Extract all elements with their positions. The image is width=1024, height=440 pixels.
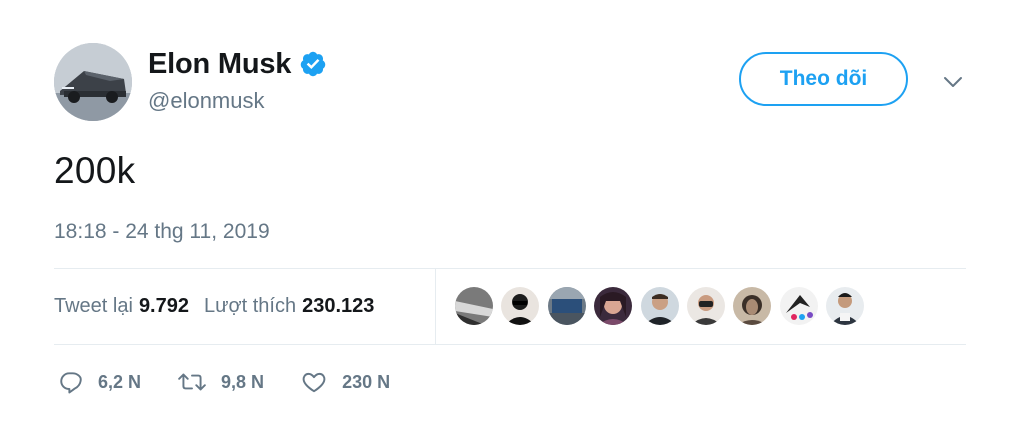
like-count: 230 N (342, 371, 391, 392)
heart-icon (302, 372, 326, 393)
tweet-card: Elon Musk @elonmusk Theo dõi 200k 18:18 … (0, 0, 1024, 440)
author-avatar[interactable] (54, 43, 132, 121)
divider (54, 344, 966, 345)
liker-avatar[interactable] (455, 287, 493, 325)
retweets-stat[interactable]: Tweet lại 9.792 (54, 295, 189, 318)
author-display-name[interactable]: Elon Musk (148, 48, 291, 81)
author-handle[interactable]: @elonmusk (148, 88, 265, 114)
liker-avatar[interactable] (779, 287, 818, 325)
retweet-icon (178, 373, 206, 391)
reply-count: 6,2 N (98, 371, 142, 392)
retweets-value: 9.792 (138, 294, 189, 317)
divider (54, 268, 966, 269)
liker-avatar[interactable] (826, 287, 865, 325)
liker-avatar[interactable] (640, 287, 679, 325)
more-options-button[interactable] (938, 70, 968, 94)
cybertruck-avatar-image (54, 43, 132, 121)
likes-label: Lượt thích (204, 294, 297, 317)
follow-button[interactable]: Theo dõi (739, 52, 908, 106)
reply-button[interactable]: 6,2 N (58, 369, 141, 395)
liker-avatar[interactable] (547, 287, 586, 325)
liker-avatar[interactable] (733, 287, 772, 325)
tweet-text: 200k (54, 150, 136, 191)
stats-divider (435, 269, 436, 344)
tweet-actions: 6,2 N 9,8 N 230 N (58, 368, 426, 396)
retweets-label: Tweet lại (54, 294, 133, 317)
chevron-down-icon (944, 77, 962, 87)
likes-stat[interactable]: Lượt thích 230.123 (204, 295, 374, 318)
tweet-stats: Tweet lại 9.792 Lượt thích 230.123 (54, 290, 389, 322)
retweet-button[interactable]: 9,8 N (177, 369, 264, 395)
likes-value: 230.123 (302, 294, 375, 317)
liker-avatar[interactable] (501, 287, 540, 325)
liker-avatars (455, 287, 873, 327)
retweet-count: 9,8 N (221, 371, 265, 392)
reply-icon (60, 372, 82, 394)
verified-badge-icon (299, 50, 327, 78)
liker-avatar[interactable] (686, 287, 725, 325)
tweet-timestamp[interactable]: 18:18 - 24 thg 11, 2019 (54, 220, 270, 244)
like-button[interactable]: 230 N (300, 369, 390, 395)
display-name-row: Elon Musk (148, 44, 327, 84)
liker-avatar[interactable] (594, 287, 633, 325)
